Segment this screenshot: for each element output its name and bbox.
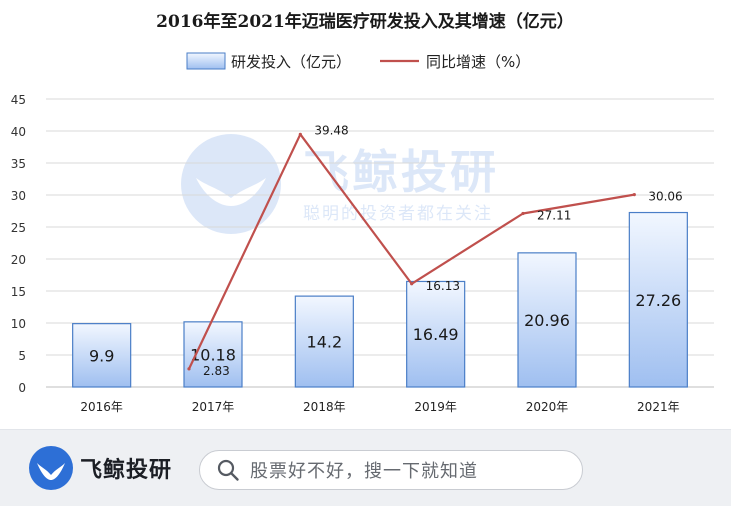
search-input[interactable]: 股票好不好，搜一下就知道 (199, 450, 583, 490)
bar-labels: 9.9 10.18 14.2 16.49 20.96 27.26 (89, 291, 681, 366)
x-axis: 2016年 2017年 2018年 2019年 2020年 2021年 (80, 400, 679, 414)
growth-point (187, 367, 191, 371)
bar-value-label: 14.2 (307, 333, 343, 352)
y-tick-label: 0 (18, 381, 26, 395)
bar-value-label: 16.49 (413, 325, 459, 344)
bar-value-label: 27.26 (635, 291, 681, 310)
whale-logo-icon (29, 446, 73, 490)
x-tick-label: 2017年 (192, 400, 235, 414)
x-tick-label: 2021年 (637, 400, 680, 414)
footer-brand[interactable]: 飞鲸投研 (28, 446, 172, 490)
legend: 研发投入（亿元） 同比增速（%） (186, 52, 530, 71)
bar-value-label: 9.9 (89, 346, 114, 365)
x-tick-label: 2018年 (303, 400, 346, 414)
y-tick-label: 10 (11, 317, 26, 331)
search-placeholder: 股票好不好，搜一下就知道 (250, 461, 478, 482)
legend-bar-label: 研发投入（亿元） (231, 53, 351, 71)
growth-value-label: 27.11 (537, 208, 571, 222)
chart: 2016年至2021年迈瑞医疗研发投入及其增速（亿元） 研发投入（亿元） 同比增… (11, 11, 714, 414)
y-tick-label: 25 (11, 221, 26, 235)
growth-point (521, 211, 525, 216)
legend-line-label: 同比增速（%） (426, 53, 530, 71)
growth-value-label: 30.06 (648, 190, 682, 204)
chart-title: 2016年至2021年迈瑞医疗研发投入及其增速（亿元） (156, 11, 574, 32)
y-tick-label: 5 (18, 349, 26, 363)
bar-value-label: 10.18 (190, 345, 236, 364)
growth-value-label: 39.48 (314, 123, 348, 137)
x-tick-label: 2020年 (526, 400, 569, 414)
y-tick-label: 15 (11, 285, 26, 299)
x-tick-label: 2019年 (414, 400, 457, 414)
y-tick-label: 40 (11, 125, 26, 139)
y-tick-label: 45 (11, 93, 26, 107)
y-tick-label: 20 (11, 253, 26, 267)
bar-value-label: 20.96 (524, 311, 570, 330)
growth-point (298, 132, 302, 136)
watermark-logo (181, 134, 281, 234)
x-tick-label: 2016年 (80, 400, 123, 414)
growth-point (632, 193, 636, 197)
footer-bar: 飞鲸投研 股票好不好，搜一下就知道 (0, 429, 731, 506)
watermark-brand: 飞鲸投研 (303, 145, 499, 199)
growth-value-label: 2.83 (203, 364, 230, 378)
watermark: 飞鲸投研 聪明的投资者都在关注 (181, 134, 499, 234)
legend-bar-swatch (186, 52, 226, 70)
y-tick-label: 35 (11, 157, 26, 171)
footer-brand-name: 飞鲸投研 (80, 458, 173, 483)
y-tick-label: 30 (11, 189, 26, 203)
growth-value-label: 16.13 (426, 279, 460, 293)
growth-point (410, 282, 414, 286)
watermark-slogan: 聪明的投资者都在关注 (303, 204, 493, 224)
y-axis: 0 5 10 15 20 25 30 35 40 45 (11, 93, 26, 395)
bars (72, 211, 688, 388)
search-icon (217, 459, 239, 481)
